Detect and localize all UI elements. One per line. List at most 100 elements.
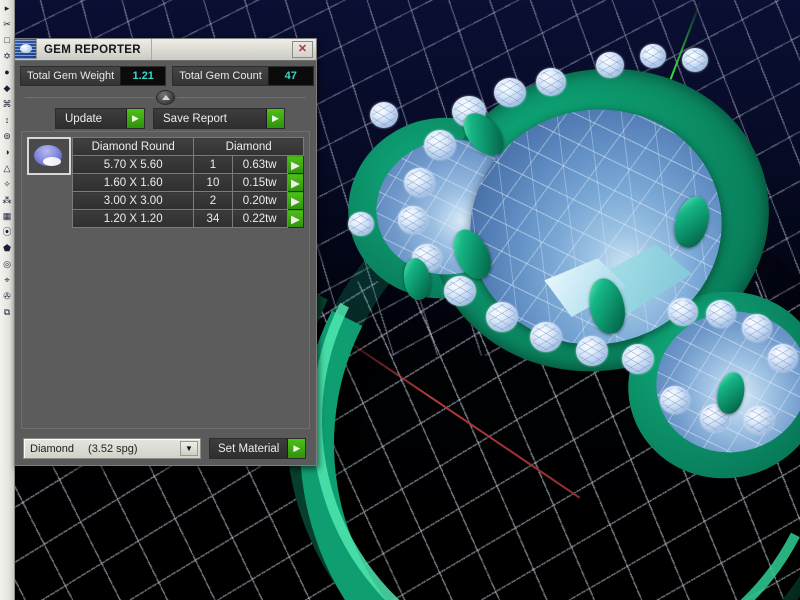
pave-stone <box>682 48 708 72</box>
chevron-up-icon[interactable] <box>156 89 175 105</box>
row-play-arrow-icon[interactable]: ▶ <box>286 155 305 174</box>
cell-weight: 0.15tw <box>231 173 288 192</box>
play-arrow-icon: ▶ <box>287 439 306 458</box>
pave-stone <box>622 344 654 374</box>
table-row[interactable]: 1.60 X 1.60 10 0.15tw ▶ <box>71 173 305 192</box>
pave-stone <box>536 68 566 96</box>
table-row[interactable]: 3.00 X 3.00 2 0.20tw ▶ <box>71 191 305 210</box>
pave-stone <box>742 314 772 342</box>
gem-report-icon <box>15 39 37 59</box>
tool-icon[interactable]: ● <box>1 66 13 78</box>
tool-icon[interactable]: ◎ <box>1 258 13 270</box>
screen: ▸ ✂ □ ✡ ● ◆ ⌘ ↕ ⊚ ◑ △ ✧ ⁂ ▦ ⦿ ⬟ ◎ ⌖ ✇ ⧉ … <box>0 0 800 600</box>
tool-icon[interactable]: ✇ <box>1 290 13 302</box>
table-header-row: Diamond Round Diamond <box>71 137 304 156</box>
pave-stone <box>768 344 798 372</box>
tool-icon[interactable]: ✂ <box>1 18 13 30</box>
cell-size: 1.60 X 1.60 <box>71 173 195 192</box>
row-play-arrow-icon[interactable]: ▶ <box>286 191 305 210</box>
material-controls: Diamond (3.52 spg) ▼ Set Material ▶ <box>23 438 308 459</box>
tool-icon[interactable]: ⦿ <box>1 226 13 238</box>
pave-stone <box>576 336 608 366</box>
table-row[interactable]: 5.70 X 5.60 1 0.63tw ▶ <box>71 155 305 174</box>
round-diamond-thumbnail[interactable] <box>27 137 71 175</box>
left-tool-palette[interactable]: ▸ ✂ □ ✡ ● ◆ ⌘ ↕ ⊚ ◑ △ ✧ ⁂ ▦ ⦿ ⬟ ◎ ⌖ ✇ ⧉ <box>0 0 15 600</box>
divider-line-left <box>25 96 154 98</box>
pave-stone <box>668 298 698 326</box>
cell-weight: 0.20tw <box>231 191 288 210</box>
panel-title-bar[interactable]: GEM REPORTER ✕ <box>15 39 316 61</box>
gem-table: Diamond Round Diamond 5.70 X 5.60 1 0.63… <box>27 137 305 228</box>
tool-icon[interactable]: ✧ <box>1 178 13 190</box>
tool-icon[interactable]: ◑ <box>1 146 13 158</box>
tool-icon[interactable]: ⧉ <box>1 306 13 318</box>
table-row[interactable]: 1.20 X 1.20 34 0.22tw ▶ <box>71 209 305 228</box>
gem-breakdown-table: Diamond Round Diamond 5.70 X 5.60 1 0.63… <box>71 137 305 228</box>
close-icon[interactable]: ✕ <box>292 41 313 58</box>
cell-qty: 2 <box>193 191 233 210</box>
pave-stone <box>494 78 526 107</box>
save-report-button-label: Save Report <box>163 112 227 125</box>
row-play-arrow-icon[interactable]: ▶ <box>286 173 305 192</box>
tool-icon[interactable]: ◆ <box>1 82 13 94</box>
total-gem-count-stat: Total Gem Count 47 <box>172 66 314 86</box>
tool-icon[interactable]: ⊚ <box>1 130 13 142</box>
update-button[interactable]: Update ▶ <box>55 108 145 129</box>
tool-icon[interactable]: ↕ <box>1 114 13 126</box>
column-header-material: Diamond <box>193 137 304 156</box>
pave-stone <box>370 102 398 128</box>
play-arrow-icon: ▶ <box>266 109 284 128</box>
tool-icon[interactable]: ⁂ <box>1 194 13 206</box>
save-report-button[interactable]: Save Report ▶ <box>153 108 285 129</box>
pave-stone <box>348 212 374 236</box>
update-button-label: Update <box>65 112 103 125</box>
pave-stone <box>444 276 476 306</box>
pave-stone <box>744 406 774 434</box>
pave-stone <box>530 322 562 352</box>
total-gem-count-label: Total Gem Count <box>173 67 268 85</box>
tool-icon[interactable]: ⬟ <box>1 242 13 254</box>
material-name: Diamond <box>30 442 75 455</box>
pave-stone <box>424 130 456 160</box>
total-gem-weight-label: Total Gem Weight <box>21 67 121 85</box>
gem-highlight-shape <box>43 157 61 166</box>
cell-weight: 0.22tw <box>231 209 288 228</box>
tool-icon[interactable]: □ <box>1 34 13 46</box>
set-material-button-label: Set Material <box>218 442 280 455</box>
pave-stone <box>398 206 428 234</box>
tool-icon[interactable]: ▸ <box>1 2 13 14</box>
material-density: (3.52 spg) <box>88 442 138 455</box>
tool-icon[interactable]: ✡ <box>1 50 13 62</box>
cell-qty: 1 <box>193 155 233 174</box>
play-arrow-icon: ▶ <box>126 109 144 128</box>
title-bar-filler <box>151 39 292 60</box>
material-select[interactable]: Diamond (3.52 spg) ▼ <box>23 438 201 459</box>
gem-list-area: Diamond Round Diamond 5.70 X 5.60 1 0.63… <box>21 131 310 429</box>
total-gem-weight-value: 1.21 <box>120 67 166 85</box>
pave-stone <box>404 168 435 197</box>
panel-title: GEM REPORTER <box>37 39 152 60</box>
total-gem-count-value: 47 <box>267 67 313 85</box>
section-divider <box>25 89 306 105</box>
cell-size: 3.00 X 3.00 <box>71 191 195 210</box>
gem-reporter-panel: GEM REPORTER ✕ Total Gem Weight 1.21 Tot… <box>14 38 317 466</box>
column-header-shape: Diamond Round <box>71 137 195 156</box>
cell-qty: 10 <box>193 173 233 192</box>
pave-stone <box>660 386 690 414</box>
pave-stone <box>486 302 518 332</box>
pave-stone <box>596 52 624 78</box>
tool-icon[interactable]: ⌖ <box>1 274 13 286</box>
cell-size: 5.70 X 5.60 <box>71 155 195 174</box>
total-gem-weight-stat: Total Gem Weight 1.21 <box>20 66 167 86</box>
tool-icon[interactable]: ⌘ <box>1 98 13 110</box>
summary-stats: Total Gem Weight 1.21 Total Gem Count 47 <box>15 61 316 89</box>
row-play-arrow-icon[interactable]: ▶ <box>286 209 305 228</box>
tool-icon[interactable]: ▦ <box>1 210 13 222</box>
cell-size: 1.20 X 1.20 <box>71 209 195 228</box>
chevron-down-icon[interactable]: ▼ <box>180 441 198 456</box>
tool-icon[interactable]: △ <box>1 162 13 174</box>
cell-qty: 34 <box>193 209 233 228</box>
set-material-button[interactable]: Set Material ▶ <box>209 438 307 459</box>
divider-line-right <box>177 96 306 98</box>
pave-stone <box>706 300 736 328</box>
